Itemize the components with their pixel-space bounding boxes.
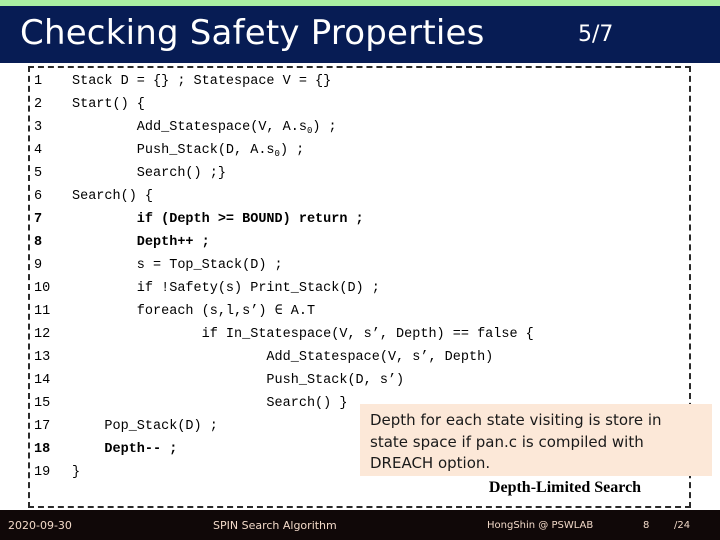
- slide-counter: 5/7: [578, 22, 614, 47]
- footer-page-total: /24: [674, 520, 691, 531]
- code-line-text: if (Depth >= BOUND) return ;: [72, 212, 364, 227]
- code-line-text: Search() }: [72, 396, 348, 411]
- code-line: 2 Start() {: [34, 93, 714, 116]
- code-line: 7 if (Depth >= BOUND) return ;: [34, 208, 714, 231]
- subscript-zero: 0: [274, 149, 280, 159]
- code-line-number: 19: [34, 465, 51, 480]
- code-line-text: Start() {: [72, 97, 145, 112]
- code-line-number: 8: [34, 235, 43, 250]
- code-line-number: 2: [34, 97, 43, 112]
- code-line: 1 Stack D = {} ; Statespace V = {}: [34, 70, 714, 93]
- code-line-number: 5: [34, 166, 43, 181]
- callout-note: Depth for each state visiting is store i…: [360, 404, 712, 476]
- diagram-caption: Depth-Limited Search: [488, 479, 642, 496]
- code-line-text: Stack D = {} ; Statespace V = {}: [72, 74, 332, 89]
- page-title: Checking Safety Properties: [20, 13, 485, 53]
- code-line: 6 Search() {: [34, 185, 714, 208]
- code-line-number: 4: [34, 143, 43, 158]
- code-line: 5 Search() ;}: [34, 162, 714, 185]
- code-line-text: Add_Statespace(V, s’, Depth): [72, 350, 494, 365]
- code-line: 3 Add_Statespace(V, A.s0) ;: [34, 116, 714, 139]
- code-line-text: Add_Statespace(V, A.s0) ;: [72, 120, 337, 136]
- code-line-number: 15: [34, 396, 51, 411]
- code-line-number: 14: [34, 373, 51, 388]
- footer-subject: SPIN Search Algorithm: [213, 519, 337, 532]
- code-line-text: Search() ;}: [72, 166, 226, 181]
- code-line-number: 11: [34, 304, 51, 319]
- code-line-text: if In_Statespace(V, s’, Depth) == false …: [72, 327, 534, 342]
- code-line-text: foreach (s,l,s’) ∈ A.T: [72, 304, 316, 319]
- code-line-text: s = Top_Stack(D) ;: [72, 258, 283, 273]
- code-line: 14 Push_Stack(D, s’): [34, 369, 714, 392]
- code-line-text: Depth++ ;: [72, 235, 210, 250]
- footer-band: [0, 510, 720, 540]
- code-line-text: }: [72, 465, 81, 480]
- code-line: 4 Push_Stack(D, A.s0) ;: [34, 139, 714, 162]
- code-line: 9 s = Top_Stack(D) ;: [34, 254, 714, 277]
- slide-title-band: Checking Safety Properties 5/7: [0, 6, 720, 63]
- code-line-number: 18: [34, 442, 51, 457]
- code-line-text: Push_Stack(D, A.s0) ;: [72, 143, 305, 159]
- code-line: 11 foreach (s,l,s’) ∈ A.T: [34, 300, 714, 323]
- code-line: 13 Add_Statespace(V, s’, Depth): [34, 346, 714, 369]
- code-line-number: 3: [34, 120, 43, 135]
- footer-author: HongShin @ PSWLAB: [487, 520, 594, 531]
- code-line-number: 13: [34, 350, 51, 365]
- code-line-text: Pop_Stack(D) ;: [72, 419, 218, 434]
- code-line: 10 if !Safety(s) Print_Stack(D) ;: [34, 277, 714, 300]
- code-line-number: 9: [34, 258, 43, 273]
- code-line-number: 17: [34, 419, 51, 434]
- code-line-text: if !Safety(s) Print_Stack(D) ;: [72, 281, 380, 296]
- code-line-number: 7: [34, 212, 43, 227]
- subscript-zero: 0: [306, 126, 313, 136]
- code-line: 8 Depth++ ;: [34, 231, 714, 254]
- footer-page-number: 8: [643, 520, 650, 531]
- code-line-text: Push_Stack(D, s’): [72, 373, 405, 388]
- footer-date: 2020-09-30: [8, 519, 72, 532]
- code-line-number: 12: [34, 327, 51, 342]
- code-line-text: Search() {: [72, 189, 154, 204]
- code-line-number: 10: [34, 281, 51, 296]
- code-line-text: Depth-- ;: [72, 442, 178, 457]
- code-line: 12 if In_Statespace(V, s’, Depth) == fal…: [34, 323, 714, 346]
- code-line-number: 1: [34, 74, 43, 89]
- code-line-number: 6: [34, 189, 43, 204]
